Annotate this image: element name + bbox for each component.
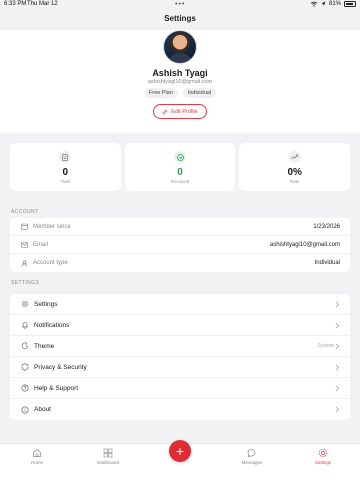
- battery-percent: 81%: [328, 1, 341, 7]
- account-row-email: Email ashishtyagi10@gmail.com: [10, 236, 350, 254]
- stat-label: Rate: [289, 179, 300, 184]
- check-circle-icon: [174, 151, 186, 163]
- profile-card: Ashish Tyagi ashishtyagi10@gmail.com Fre…: [0, 30, 360, 133]
- row-value: ashishtyagi10@gmail.com: [269, 241, 340, 248]
- row-label: Account type: [33, 260, 68, 266]
- account-row-type: Account type Individual: [10, 254, 350, 272]
- status-bar: 6:33 PM Thu Mar 12 ••• 81%: [0, 0, 360, 11]
- info-icon: [20, 405, 29, 414]
- calendar-icon: [20, 223, 28, 231]
- row-label: Help & Support: [34, 384, 79, 392]
- home-icon: [33, 449, 41, 457]
- section-label-settings: SETTINGS: [11, 280, 40, 286]
- chevron-right-icon: [335, 343, 339, 350]
- add-button[interactable]: +: [169, 440, 191, 462]
- bell-icon: [20, 321, 29, 330]
- row-value: Individual: [314, 260, 340, 266]
- account-row-member-since: Member since 1/23/2026: [10, 218, 350, 236]
- profile-email: ashishtyagi10@gmail.com: [147, 79, 213, 85]
- stats-row: 0 Total 0 Resolved 0% Rate: [10, 143, 351, 191]
- tab-label: Home: [30, 460, 43, 465]
- gear-icon: [318, 448, 328, 458]
- multitasking-dots-icon[interactable]: •••: [175, 1, 185, 8]
- status-right: 81%: [310, 1, 356, 7]
- user-icon: [20, 259, 28, 267]
- row-label: Member since: [33, 223, 71, 230]
- status-date: Thu Mar 12: [27, 1, 58, 7]
- tab-label: Messages: [241, 460, 263, 465]
- tab-label: Dashboard: [96, 460, 119, 465]
- tab-dashboard[interactable]: Dashboard: [83, 448, 133, 472]
- stat-value: 0: [62, 167, 69, 178]
- stat-value: 0%: [287, 167, 302, 178]
- tab-home[interactable]: Home: [12, 448, 62, 472]
- row-label: Settings: [34, 300, 58, 308]
- stat-card-resolved: 0 Resolved: [124, 143, 236, 191]
- chevron-right-icon: [335, 322, 339, 329]
- stat-card-rate: 0% Rate: [239, 143, 351, 191]
- settings-row-settings[interactable]: Settings: [10, 294, 350, 315]
- status-time: 6:33 PM: [4, 1, 27, 7]
- edit-profile-label: Edit Profile: [171, 108, 198, 115]
- avatar[interactable]: [163, 30, 197, 64]
- stat-label: Resolved: [170, 179, 190, 184]
- section-label-account: ACCOUNT: [11, 209, 39, 215]
- settings-row-about[interactable]: About: [10, 399, 350, 420]
- tab-settings[interactable]: Settings: [298, 448, 348, 472]
- trend-up-icon: [288, 151, 301, 163]
- stat-card-total: 0 Total: [10, 143, 121, 191]
- row-label: Privacy & Security: [34, 363, 87, 371]
- shield-icon: [20, 363, 29, 372]
- tab-messages[interactable]: Messages: [227, 448, 277, 472]
- settings-row-theme[interactable]: Theme System: [10, 336, 350, 357]
- account-type-badge: Individual: [182, 88, 217, 98]
- settings-row-notifications[interactable]: Notifications: [10, 315, 350, 336]
- row-label: Email: [33, 241, 49, 248]
- row-label: About: [34, 406, 51, 413]
- wifi-icon: [310, 1, 318, 7]
- pencil-icon: [162, 109, 168, 114]
- chevron-right-icon: [335, 385, 339, 392]
- row-value: 1/23/2026: [313, 223, 340, 230]
- chevron-right-icon: [335, 406, 339, 413]
- moon-icon: [20, 342, 29, 351]
- plan-badge: Free Plan: [143, 88, 178, 98]
- settings-row-privacy[interactable]: Privacy & Security: [10, 357, 350, 378]
- page-title: Settings: [164, 14, 196, 23]
- edit-profile-button[interactable]: Edit Profile: [153, 104, 207, 119]
- help-icon: [20, 384, 29, 393]
- profile-name: Ashish Tyagi: [152, 68, 208, 78]
- profile-chips: Free Plan Individual: [0, 88, 360, 98]
- stat-label: Total: [60, 179, 71, 184]
- tab-label: Settings: [314, 460, 332, 465]
- chat-icon: [247, 448, 256, 458]
- row-label: Notifications: [34, 321, 70, 329]
- mail-icon: [20, 241, 28, 249]
- gear-icon: [20, 300, 29, 309]
- document-icon: [59, 151, 72, 163]
- stat-value: 0: [177, 167, 183, 178]
- settings-card: Settings Notifications Theme System Priv…: [10, 294, 350, 420]
- row-label: Theme: [34, 342, 55, 350]
- location-icon: [321, 1, 326, 6]
- theme-value: System: [317, 343, 334, 349]
- grid-icon: [103, 448, 113, 458]
- settings-row-help[interactable]: Help & Support: [10, 378, 350, 399]
- chevron-right-icon: [335, 364, 339, 371]
- chevron-right-icon: [335, 301, 339, 308]
- battery-icon: [344, 1, 356, 7]
- account-card: Member since 1/23/2026 Email ashishtyagi…: [10, 218, 350, 272]
